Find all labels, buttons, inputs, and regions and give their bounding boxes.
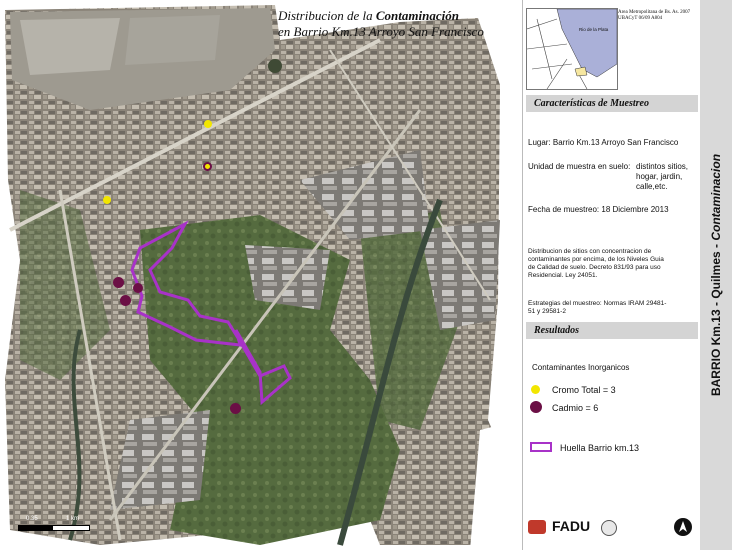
legend-huella-swatch [530, 442, 552, 452]
estrategias-text: Estrategias del muestreo: Normas IRAM 29… [528, 300, 667, 315]
mosaic-industrial-2 [245, 245, 330, 310]
side-title-part1: BARRIO Km.13 - Quilmes - [709, 240, 723, 397]
lugar-text: Lugar: Barrio Km.13 Arroyo San Francisco [528, 138, 679, 147]
side-title: BARRIO Km.13 - Quilmes - Contaminacion [709, 154, 723, 396]
map-title: Distribucion de la Contaminación en Barr… [278, 8, 518, 40]
scale-label-left: 0.35 [26, 516, 38, 522]
north-arrow-icon [674, 518, 692, 536]
cromo-point-3[interactable] [103, 196, 111, 204]
legend-cromo-dot [531, 385, 540, 394]
side-title-part2: Contaminacion [709, 153, 723, 241]
scale-bar-half [18, 525, 53, 531]
cadmio-point-2[interactable] [120, 295, 131, 306]
locator-svg [527, 9, 617, 89]
legend-cadmio-dot [530, 401, 542, 413]
map-svg [5, 5, 520, 550]
map-title-line1-pre: Distribucion de la [278, 8, 376, 23]
cromo-point-1[interactable] [204, 120, 212, 128]
map-title-line2: en Barrio Km.13 Arroyo San Francisco [278, 24, 484, 39]
satellite-map[interactable]: Distribucion de la Contaminación en Barr… [0, 0, 522, 550]
legend-huella-label: Huella Barrio km.13 [560, 443, 640, 453]
fecha-text: Fecha de muestreo: 18 Diciembre 2013 [528, 205, 669, 214]
inset-caption-line2: UBACyT 06/09 A804 [618, 16, 663, 21]
seal-icon [601, 520, 617, 536]
university-logo [528, 520, 546, 534]
inorganicos-text: Contaminantes Inorganicos [532, 363, 630, 372]
north-arrow-svg [679, 521, 687, 532]
cadmio-point-4[interactable] [230, 403, 241, 414]
unidad-label: Unidad de muestra en suelo: [528, 162, 631, 171]
resultados-header: Resultados [526, 322, 698, 339]
distribucion-text: Distribucion de sitios con concentracion… [528, 248, 664, 279]
inset-caption: Area Metropolitana de Bs. As. 2007 UBACy… [618, 10, 690, 22]
cadmio-point-1[interactable] [113, 277, 124, 288]
cadmio-point-3[interactable] [133, 283, 143, 293]
unidad-value: distintos sitios, hogar, jardin, calle,e… [636, 162, 689, 191]
legend-cromo-label: Cromo Total = 3 [552, 385, 616, 395]
muestreo-header: Características de Muestreo [526, 95, 698, 112]
fadu-logo: FADU [552, 518, 591, 534]
map-title-bold: Contaminación [375, 8, 459, 23]
inset-label: Rio de la Plata [579, 27, 609, 32]
legend-cadmio-label: Cadmio = 6 [552, 403, 599, 413]
scale-label-right: 1 km [66, 516, 80, 522]
locator-inset-map[interactable]: Rio de la Plata [526, 8, 618, 90]
